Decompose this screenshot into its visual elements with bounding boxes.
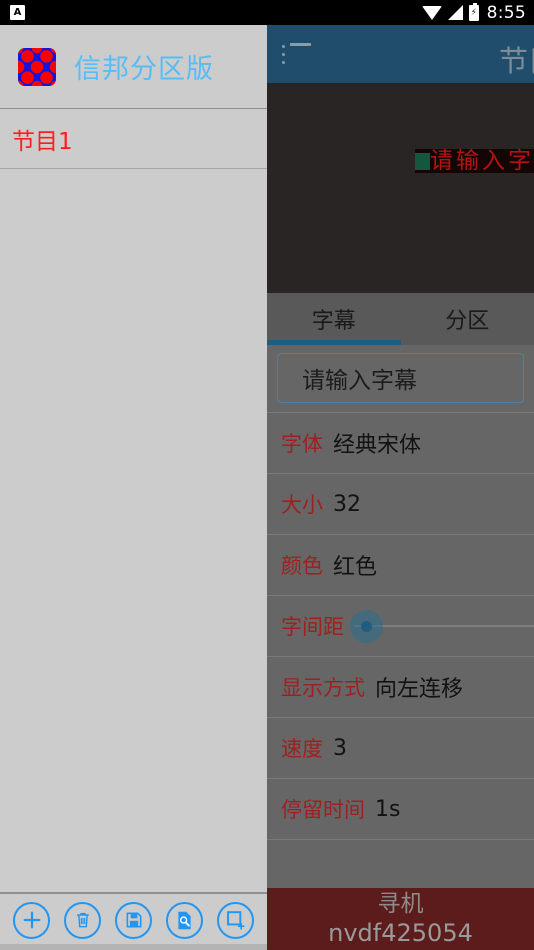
settings-list: 请输入字幕 字体 经典宋体 大小 32 颜色 红色 字间距 显示方式 向左连移 …	[267, 345, 534, 900]
setting-label-display-mode: 显示方式	[281, 676, 365, 700]
setting-label-dwell-time: 停留时间	[281, 798, 365, 822]
setting-value-font: 经典宋体	[333, 433, 422, 458]
main-content-pane: 节目 请输入字幕 字幕 分区 请输入字幕 字体 经	[267, 25, 534, 950]
letter-spacing-slider[interactable]	[350, 609, 534, 643]
setting-row-display-mode[interactable]: 显示方式 向左连移	[267, 656, 534, 717]
setting-value-dwell-time: 1s	[375, 796, 401, 822]
setting-value-color: 红色	[333, 555, 378, 580]
setting-label-letter-spacing: 字间距	[281, 615, 344, 639]
drawer-action-bar	[0, 892, 267, 950]
document-search-icon	[178, 911, 191, 929]
app-toolbar: 节目	[267, 25, 534, 83]
trash-icon	[76, 912, 89, 928]
list-menu-icon[interactable]	[281, 43, 311, 65]
app-badge-icon: A	[10, 5, 25, 20]
setting-value-size: 32	[333, 491, 361, 517]
app-screen: A 8:55 节目 请输入字幕 字幕	[0, 0, 534, 950]
status-bar-indicators: 8:55	[421, 2, 526, 23]
search-device-banner[interactable]: 寻机 nvdf425054	[267, 888, 534, 950]
app-logo-icon	[18, 47, 56, 86]
setting-row-dwell-time[interactable]: 停留时间 1s	[267, 778, 534, 839]
add-frame-icon	[227, 910, 245, 930]
save-icon	[126, 912, 141, 928]
led-cursor-marker	[415, 152, 430, 170]
wifi-icon	[421, 5, 442, 20]
subtitle-input-row: 请输入字幕	[267, 345, 534, 412]
setting-label-font: 字体	[281, 432, 323, 456]
navigation-drawer: 信邦分区版 节目1	[0, 25, 267, 950]
setting-row-size[interactable]: 大小 32	[267, 473, 534, 534]
tab-subtitle[interactable]: 字幕	[267, 293, 401, 345]
drawer-bottom-shadow	[0, 944, 267, 950]
setting-label-speed: 速度	[281, 737, 323, 761]
led-preview-board[interactable]: 请输入字幕	[267, 83, 534, 293]
plus-icon	[23, 911, 40, 929]
subtitle-input-value: 请输入字幕	[302, 368, 417, 394]
cell-signal-icon	[447, 5, 463, 20]
led-preview-text: 请输入字幕	[430, 148, 534, 174]
app-title: 信邦分区版	[74, 54, 214, 85]
setting-value-display-mode: 向左连移	[375, 677, 464, 702]
slider-thumb[interactable]	[350, 609, 383, 643]
tab-partition[interactable]: 分区	[401, 293, 534, 345]
list-item[interactable]: 节目1	[0, 109, 267, 169]
setting-value-speed: 3	[333, 735, 347, 761]
tab-partition-label: 分区	[445, 309, 490, 334]
status-bar: A 8:55	[0, 0, 534, 25]
search-device-id: nvdf425054	[328, 919, 473, 947]
page-title: 节目	[499, 44, 534, 78]
setting-row-font[interactable]: 字体 经典宋体	[267, 412, 534, 473]
setting-label-size: 大小	[281, 493, 323, 517]
add-program-button[interactable]	[13, 901, 50, 939]
new-area-button[interactable]	[217, 901, 254, 939]
led-text-block: 请输入字幕	[415, 149, 534, 173]
subtitle-input[interactable]: 请输入字幕	[277, 353, 524, 403]
tab-bar: 字幕 分区	[267, 293, 534, 345]
drawer-header: 信邦分区版	[0, 25, 267, 109]
setting-label-color: 颜色	[281, 554, 323, 578]
search-device-title: 寻机	[377, 891, 424, 917]
setting-row-speed[interactable]: 速度 3	[267, 717, 534, 778]
tab-subtitle-label: 字幕	[311, 309, 356, 334]
battery-charging-icon	[468, 2, 479, 21]
delete-program-button[interactable]	[64, 901, 101, 939]
preview-program-button[interactable]	[166, 901, 203, 939]
setting-row-letter-spacing[interactable]: 字间距	[267, 595, 534, 656]
status-bar-time: 8:55	[486, 2, 526, 23]
setting-row-color[interactable]: 颜色 红色	[267, 534, 534, 595]
save-program-button[interactable]	[115, 901, 152, 939]
program-item-label: 节目1	[12, 128, 73, 155]
